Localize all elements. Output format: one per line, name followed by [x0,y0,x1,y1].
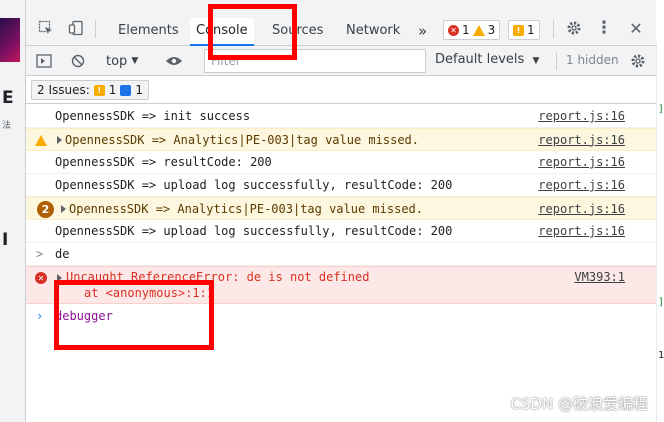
error-text: Uncaught ReferenceError: de is not defin… [66,270,370,284]
tab-elements[interactable]: Elements [112,18,185,46]
console-messages: OpennessSDK => init success report.js:16… [26,105,656,327]
source-link[interactable]: report.js:16 [538,155,625,169]
console-warning-group: 2 OpennessSDK => Analytics|PE-003|tag va… [26,197,656,220]
page-mark-2: ] [658,297,664,308]
source-link[interactable]: report.js:16 [538,224,625,238]
console-input-echo: > de [26,243,656,266]
console-message: OpennessSDK => upload log successfully, … [26,220,656,243]
more-tabs-button[interactable]: » [412,18,433,46]
context-value: top [106,53,128,69]
issue-icon: ! [513,24,524,36]
source-link[interactable]: report.js:16 [538,178,625,192]
message-text: OpennessSDK => resultCode: 200 [55,155,272,169]
page-left-strip: E 法 I [0,0,26,422]
issues-count: 1 [527,23,535,37]
source-link[interactable]: report.js:16 [538,202,625,216]
expand-triangle-icon[interactable] [57,136,62,144]
issues-bar: 2 Issues: ! 1 1 [26,76,656,104]
error-count: 1 [462,23,470,37]
page-glyph-3: I [2,230,9,250]
chevron-down-icon: ▼ [532,56,540,66]
message-text: OpennessSDK => init success [55,109,251,123]
issues-button[interactable]: 2 Issues: ! 1 1 [31,80,150,100]
warning-icon [35,135,47,146]
error-icon: ✕ [448,24,459,36]
issues-counter[interactable]: ! 1 [508,20,540,40]
source-link[interactable]: report.js:16 [538,109,625,123]
console-prompt[interactable]: › debugger [26,304,656,327]
page-right-strip: ] ] 1 [656,42,664,422]
issue-warning-icon: ! [93,84,105,96]
page-mark-3: 1 [658,350,664,361]
warning-icon [472,24,485,36]
expand-triangle-icon[interactable] [61,205,66,213]
filter-input[interactable] [204,49,426,73]
message-text: de [55,247,70,261]
console-toolbar: top ▼ Default levels ▼ 1 hidden [26,46,656,76]
page-mark-1: ] [658,104,664,115]
clear-console-icon[interactable] [68,51,88,71]
issues-info-count: 1 [135,83,144,97]
live-expression-eye-icon[interactable] [164,51,184,71]
prompt-input-text[interactable]: debugger [55,309,113,323]
console-message: OpennessSDK => resultCode: 200 report.js… [26,151,656,174]
chevron-right-icon: › [36,308,44,323]
page-glyph-1: E [2,88,14,108]
page-thumbnail [0,18,20,62]
console-settings-gear-icon[interactable] [628,51,648,71]
issues-label: 2 Issues: [37,83,90,97]
error-stack-line: at <anonymous>:1:1 [84,286,215,300]
log-levels-dropdown[interactable]: Default levels ▼ [435,52,539,67]
message-text: OpennessSDK => Analytics|PE-003|tag valu… [65,132,420,147]
more-options-icon[interactable]: ⋮ [594,18,614,38]
source-link[interactable]: VM393:1 [574,270,625,284]
console-message: OpennessSDK => upload log successfully, … [26,174,656,197]
message-text: OpennessSDK => upload log successfully, … [55,224,453,238]
repeat-count-badge: 2 [37,201,54,218]
error-icon: ✕ [35,272,47,284]
console-message: OpennessSDK => init success report.js:16 [26,105,656,128]
context-selector[interactable]: top ▼ [106,52,138,70]
devtools-tab-bar: Elements Console Sources Network » ✕ 1 3… [26,0,656,46]
issue-info-icon [120,84,132,96]
warning-count: 3 [487,23,496,37]
watermark: CSDN @破浪爱编程 [510,395,648,413]
inspect-element-icon[interactable] [36,18,56,38]
chevron-down-icon: ▼ [131,56,139,66]
hidden-messages-count: 1 hidden [566,53,619,67]
close-icon[interactable]: ✕ [626,18,646,38]
device-toolbar-icon[interactable] [66,18,86,38]
settings-gear-icon[interactable] [564,18,584,38]
tab-network[interactable]: Network [340,18,406,46]
tab-sources[interactable]: Sources [266,18,329,46]
message-text: OpennessSDK => Analytics|PE-003|tag valu… [69,201,424,216]
sidebar-toggle-icon[interactable] [34,51,54,71]
source-link[interactable]: report.js:16 [538,133,625,147]
expand-triangle-icon[interactable] [57,274,62,282]
message-text: OpennessSDK => upload log successfully, … [55,178,453,192]
error-warning-counter[interactable]: ✕ 1 3 [443,20,501,40]
devtools-panel: Elements Console Sources Network » ✕ 1 3… [26,0,656,422]
issues-warn-count: 1 [108,83,117,97]
console-error: ✕ Uncaught ReferenceError: de is not def… [26,266,656,304]
page-glyph-2: 法 [2,121,12,131]
console-warning: OpennessSDK => Analytics|PE-003|tag valu… [26,128,656,151]
log-levels-label: Default levels [435,52,525,67]
tab-console[interactable]: Console [190,18,254,46]
chevron-right-icon: > [36,247,44,261]
